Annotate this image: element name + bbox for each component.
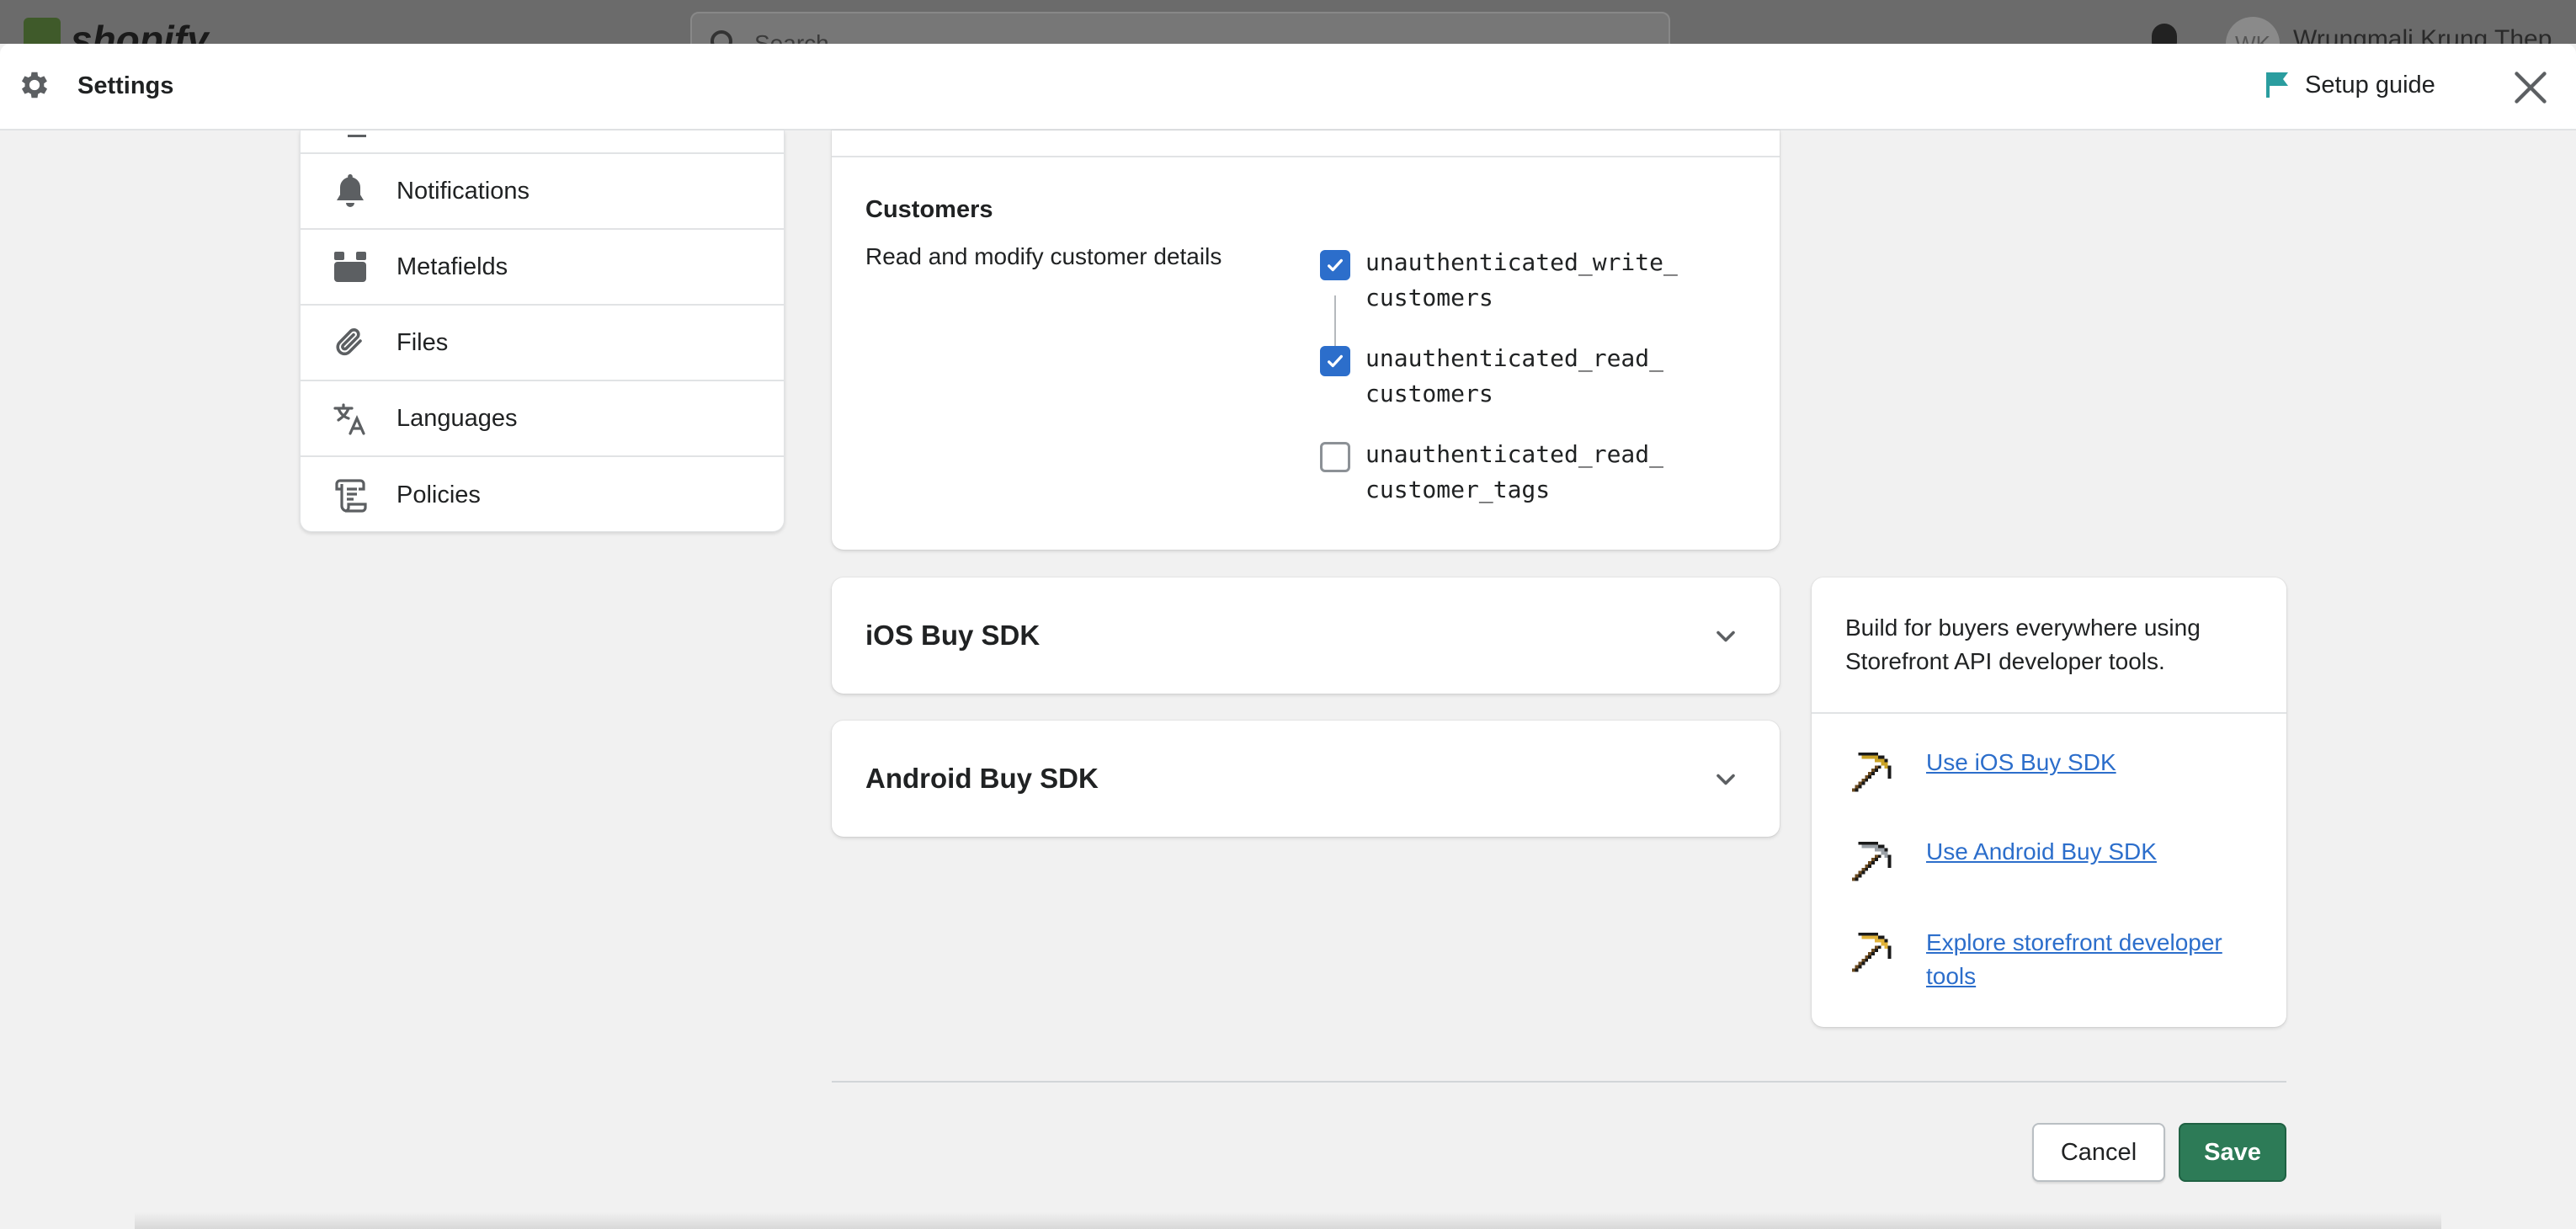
customers-permissions-card: Customers Read and modify customer detai… [832, 130, 1780, 550]
sidebar-item-label: Policies [397, 481, 481, 508]
sidebar-item-languages[interactable]: Languages [301, 381, 784, 457]
permission-checkbox-read-customers[interactable]: unauthenticated_read_ customers [1320, 341, 1719, 412]
shopify-logo: shopify [24, 17, 209, 44]
divider [1812, 712, 2286, 714]
permission-label: unauthenticated_read_ customer_tags [1365, 440, 1664, 503]
sdk-title: iOS Buy SDK [865, 620, 1041, 651]
pickaxe-gold-icon [1851, 932, 1892, 972]
sidebar-item-metafields[interactable]: Metafields [301, 230, 784, 306]
shopify-bag-icon [24, 18, 61, 44]
search-placeholder: Search [754, 30, 829, 44]
flag-icon [2266, 72, 2288, 98]
android-buy-sdk-card[interactable]: Android Buy SDK [832, 721, 1780, 837]
sidebar-item-label: Metafields [397, 253, 508, 280]
checkbox-checked[interactable] [1320, 346, 1350, 376]
sdk-title: Android Buy SDK [865, 763, 1099, 794]
sidebar-item-notifications[interactable]: Notifications [301, 154, 784, 230]
tool-link-label[interactable]: Use iOS Buy SDK [1926, 746, 2263, 779]
logo-text: shopify [71, 18, 209, 44]
sidebar-item-label: Notifications [397, 177, 530, 205]
customers-description: Read and modify customer details [865, 243, 1222, 269]
user-name[interactable]: Wrungmali Krung Thep [2293, 25, 2552, 44]
paperclip-icon [333, 325, 368, 360]
sidebar-item-partial[interactable] [301, 130, 784, 154]
metafields-icon [333, 249, 368, 285]
developer-tools-card: Build for buyers everywhere using Storef… [1812, 577, 2286, 1027]
tools-intro: Build for buyers everywhere using Storef… [1845, 614, 2201, 674]
sidebar-item-label: Languages [397, 404, 518, 432]
checkbox-unchecked[interactable] [1320, 442, 1350, 472]
bell-icon [333, 173, 368, 209]
divider [832, 156, 1780, 157]
top-bar: shopify Search WK Wrungmali Krung Thep [0, 0, 2576, 44]
cancel-button[interactable]: Cancel [2032, 1123, 2165, 1182]
global-search-input[interactable]: Search [690, 12, 1670, 44]
setup-guide-label: Setup guide [2305, 71, 2435, 98]
gear-icon [21, 72, 48, 98]
sidebar-item-label: Files [397, 328, 449, 356]
setup-guide-button[interactable]: Setup guide [2266, 71, 2435, 99]
policy-document-icon [333, 477, 368, 513]
checkbox-checked[interactable] [1320, 250, 1350, 280]
permission-label: unauthenticated_read_ customers [1365, 344, 1664, 407]
avatar[interactable]: WK [2226, 17, 2280, 44]
sidebar-item-policies[interactable]: Policies [301, 457, 784, 531]
footer-divider [832, 1081, 2286, 1083]
chevron-down-icon[interactable] [1711, 764, 1741, 795]
tool-link-android-sdk[interactable]: Use Android Buy SDK [1845, 835, 2263, 887]
bell-icon[interactable] [2152, 24, 2177, 44]
sidebar-item-files[interactable]: Files [301, 306, 784, 381]
close-icon[interactable] [2512, 69, 2549, 106]
pickaxe-gray-icon [1851, 841, 1892, 881]
ios-buy-sdk-card[interactable]: iOS Buy SDK [832, 577, 1780, 694]
tool-link-label[interactable]: Explore storefront developer tools [1926, 926, 2263, 993]
permission-label: unauthenticated_write_ customers [1365, 248, 1678, 311]
settings-header: Settings Setup guide [0, 44, 2576, 130]
search-icon [711, 30, 732, 44]
tool-link-storefront-tools[interactable]: Explore storefront developer tools [1845, 926, 2263, 993]
settings-sidebar: Notifications Metafields Files Languages… [300, 130, 785, 532]
bottom-shadow [135, 1212, 2441, 1229]
save-button[interactable]: Save [2179, 1123, 2286, 1182]
permission-checkbox-write-customers[interactable]: unauthenticated_write_ customers [1320, 245, 1719, 316]
permission-checkbox-read-customer-tags[interactable]: unauthenticated_read_ customer_tags [1320, 437, 1719, 508]
pickaxe-gold-icon [1851, 752, 1892, 792]
tool-link-label[interactable]: Use Android Buy SDK [1926, 835, 2263, 869]
chevron-down-icon[interactable] [1711, 621, 1741, 652]
tool-link-ios-sdk[interactable]: Use iOS Buy SDK [1845, 746, 2263, 798]
translate-icon [333, 401, 368, 436]
page-title: Settings [77, 72, 174, 99]
customers-heading: Customers [865, 196, 993, 223]
